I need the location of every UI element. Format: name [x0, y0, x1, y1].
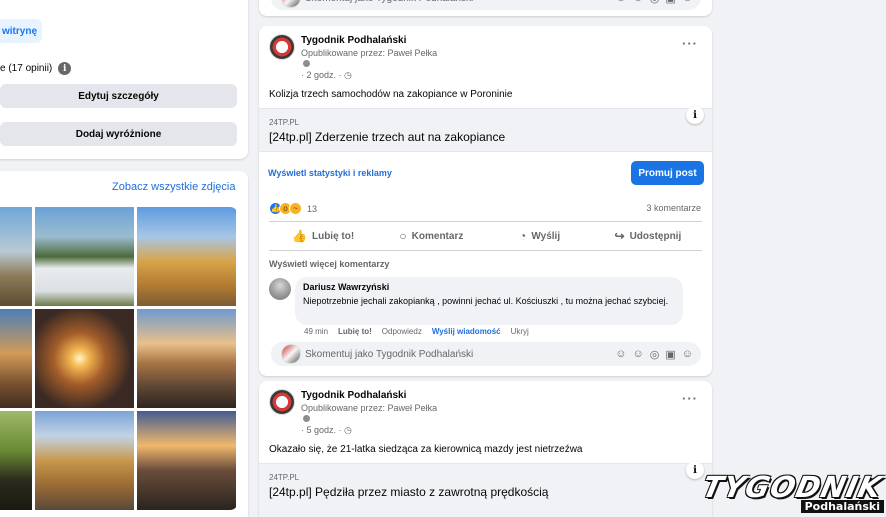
link-title: [24tp.pl] Zderzenie trzech aut na zakopi… — [269, 130, 506, 144]
watermark-main-text: TYGODNIK — [699, 470, 886, 504]
gif-icon[interactable]: ▣ — [665, 0, 675, 5]
emoji-icon[interactable]: ☺ — [633, 348, 644, 361]
page-name[interactable]: Tygodnik Podhalański — [301, 35, 406, 46]
hide-comment-link[interactable]: Ukryj — [511, 327, 529, 336]
share-icon: ↪ — [614, 229, 625, 243]
photo-thumbnail[interactable] — [0, 411, 32, 510]
edit-details-button[interactable]: Edytuj szczegóły — [0, 84, 237, 108]
more-options-icon[interactable]: ··· — [682, 391, 698, 406]
watermark-sub-text: Podhalański — [800, 500, 884, 513]
previous-post: Skomentuj jako Tygodnik Podhalański ☺ ☺ … — [259, 0, 712, 16]
sticker-face-icon[interactable]: ☺ — [682, 0, 693, 5]
comment-tools: ☺ ☺ ◎ ▣ ☺ — [615, 348, 693, 361]
comment-placeholder: Skomentuj jako Tygodnik Podhalański — [305, 0, 473, 4]
promote-post-button[interactable]: Promuj post — [631, 161, 704, 185]
thumbs-up-icon: 👍 — [292, 229, 307, 243]
post-time-text: · 2 godz. · — [301, 70, 342, 80]
photo-thumbnail[interactable] — [137, 207, 236, 306]
comment-reply-link[interactable]: Odpowiedz — [382, 327, 422, 336]
view-more-comments-link[interactable]: Wyświetl więcej komentarzy — [269, 259, 389, 269]
author-dot-icon — [303, 415, 310, 422]
page-avatar[interactable] — [269, 34, 295, 60]
comment-button[interactable]: ○ Komentarz — [377, 224, 485, 248]
feed-post: Tygodnik Podhalański Opublikowane przez:… — [259, 381, 712, 517]
info-icon[interactable]: i — [686, 106, 704, 124]
photo-grid — [0, 207, 238, 510]
comment-input[interactable]: Skomentuj jako Tygodnik Podhalański ☺ ☺ … — [271, 0, 701, 10]
link-domain: 24TP.PL — [269, 473, 300, 482]
photo-thumbnail[interactable] — [35, 309, 134, 408]
page-avatar[interactable] — [269, 389, 295, 415]
commenter-avatar[interactable] — [269, 278, 291, 300]
comment-text: Niepotrzebnie jechali zakopianką , powin… — [303, 296, 669, 306]
more-options-icon[interactable]: ··· — [682, 36, 698, 51]
gif-icon[interactable]: ▣ — [665, 348, 675, 361]
add-featured-button[interactable]: Dodaj wyróżnione — [0, 122, 237, 146]
photo-thumbnail[interactable] — [0, 207, 32, 306]
sticker-icon[interactable]: ☺ — [615, 348, 626, 361]
post-time[interactable]: · 5 godz. · ◷ — [301, 425, 352, 436]
send-message-link[interactable]: Wyślij wiadomość — [432, 327, 501, 336]
share-button[interactable]: ↪ Udostępnij — [594, 224, 702, 248]
author-dot-icon — [303, 60, 310, 67]
post-actions: 👍 Lubię to! ○ Komentarz ◔ Wyślij ↪ Udostępni… — [269, 224, 702, 248]
comment-input[interactable]: Skomentuj jako Tygodnik Podhalański ☺ ☺ … — [271, 342, 701, 366]
comment-icon: ○ — [399, 229, 407, 243]
post-text: Kolizja trzech samochodów na zakopiance … — [269, 89, 513, 100]
comments-count[interactable]: 3 komentarze — [646, 203, 701, 213]
photo-thumbnail[interactable] — [35, 411, 134, 510]
share-label: Udostępnij — [629, 230, 682, 242]
comment-time[interactable]: 49 min — [304, 327, 328, 336]
post-time-text: · 5 godz. · — [301, 425, 342, 435]
photo-thumbnail[interactable] — [0, 309, 32, 408]
divider — [269, 221, 702, 222]
feed-post: Tygodnik Podhalański Opublikowane przez:… — [259, 26, 712, 376]
like-label: Lubię to! — [311, 230, 355, 242]
sad-reaction-icon: ~ — [289, 202, 302, 215]
photo-thumbnail[interactable] — [137, 411, 236, 510]
info-icon[interactable]: i — [58, 62, 72, 75]
rating-row: e (17 opinii) i — [0, 62, 72, 75]
view-stats-link[interactable]: Wyświetl statystyki i reklamy — [268, 168, 392, 178]
tygodnik-watermark-logo: TYGODNIK Podhalański — [700, 470, 886, 517]
link-preview[interactable]: 24TP.PL [24tp.pl] Zderzenie trzech aut n… — [259, 106, 712, 152]
send-label: Wyślij — [531, 230, 561, 242]
avatar — [281, 344, 301, 364]
comment-meta: 49 min Lubię to! Odpowiedz Wyślij wiadom… — [304, 327, 529, 336]
comment-author[interactable]: Dariusz Wawrzyński — [303, 282, 675, 292]
photo-thumbnail[interactable] — [35, 207, 134, 306]
emoji-icon[interactable]: ☺ — [633, 0, 644, 5]
page-name[interactable]: Tygodnik Podhalański — [301, 390, 406, 401]
vitrine-button[interactable]: witrynę — [0, 19, 42, 43]
link-title: [24tp.pl] Pędziła przez miasto z zawrotn… — [269, 485, 549, 499]
whatsapp-icon: ◔ — [519, 229, 527, 243]
published-by: Opublikowane przez: Paweł Pełka — [301, 403, 438, 413]
camera-icon[interactable]: ◎ — [650, 348, 660, 361]
comment-label: Komentarz — [411, 230, 464, 242]
comment-tools: ☺ ☺ ◎ ▣ ☺ — [615, 0, 693, 5]
sticker-face-icon[interactable]: ☺ — [682, 348, 693, 361]
sticker-icon[interactable]: ☺ — [615, 0, 626, 5]
post-text: Okazało się, że 21-latka siedząca za kie… — [269, 444, 583, 455]
camera-icon[interactable]: ◎ — [650, 0, 660, 5]
see-all-photos-link[interactable]: Zobacz wszystkie zdjęcia — [112, 181, 236, 193]
rating-text: e (17 opinii) — [0, 63, 53, 74]
reactions-summary[interactable]: 👍 o ~ 13 — [269, 202, 317, 215]
globe-icon: ◷ — [344, 70, 352, 80]
post-time[interactable]: · 2 godz. · ◷ — [301, 70, 352, 81]
comment-bubble: Dariusz Wawrzyński Niepotrzebnie jechali… — [295, 277, 683, 325]
comment-placeholder: Skomentuj jako Tygodnik Podhalański — [305, 348, 474, 360]
link-domain: 24TP.PL — [269, 118, 300, 127]
photo-thumbnail[interactable] — [137, 309, 236, 408]
reaction-count: 13 — [307, 203, 318, 214]
divider — [269, 250, 702, 251]
like-button[interactable]: 👍 Lubię to! — [269, 224, 377, 248]
link-preview[interactable]: 24TP.PL [24tp.pl] Pędziła przez miasto z… — [259, 461, 712, 517]
avatar — [281, 0, 301, 8]
comment-like-link[interactable]: Lubię to! — [338, 327, 372, 336]
send-button[interactable]: ◔ Wyślij — [486, 224, 594, 248]
published-by: Opublikowane przez: Paweł Pełka — [301, 48, 438, 58]
globe-icon: ◷ — [344, 425, 352, 435]
